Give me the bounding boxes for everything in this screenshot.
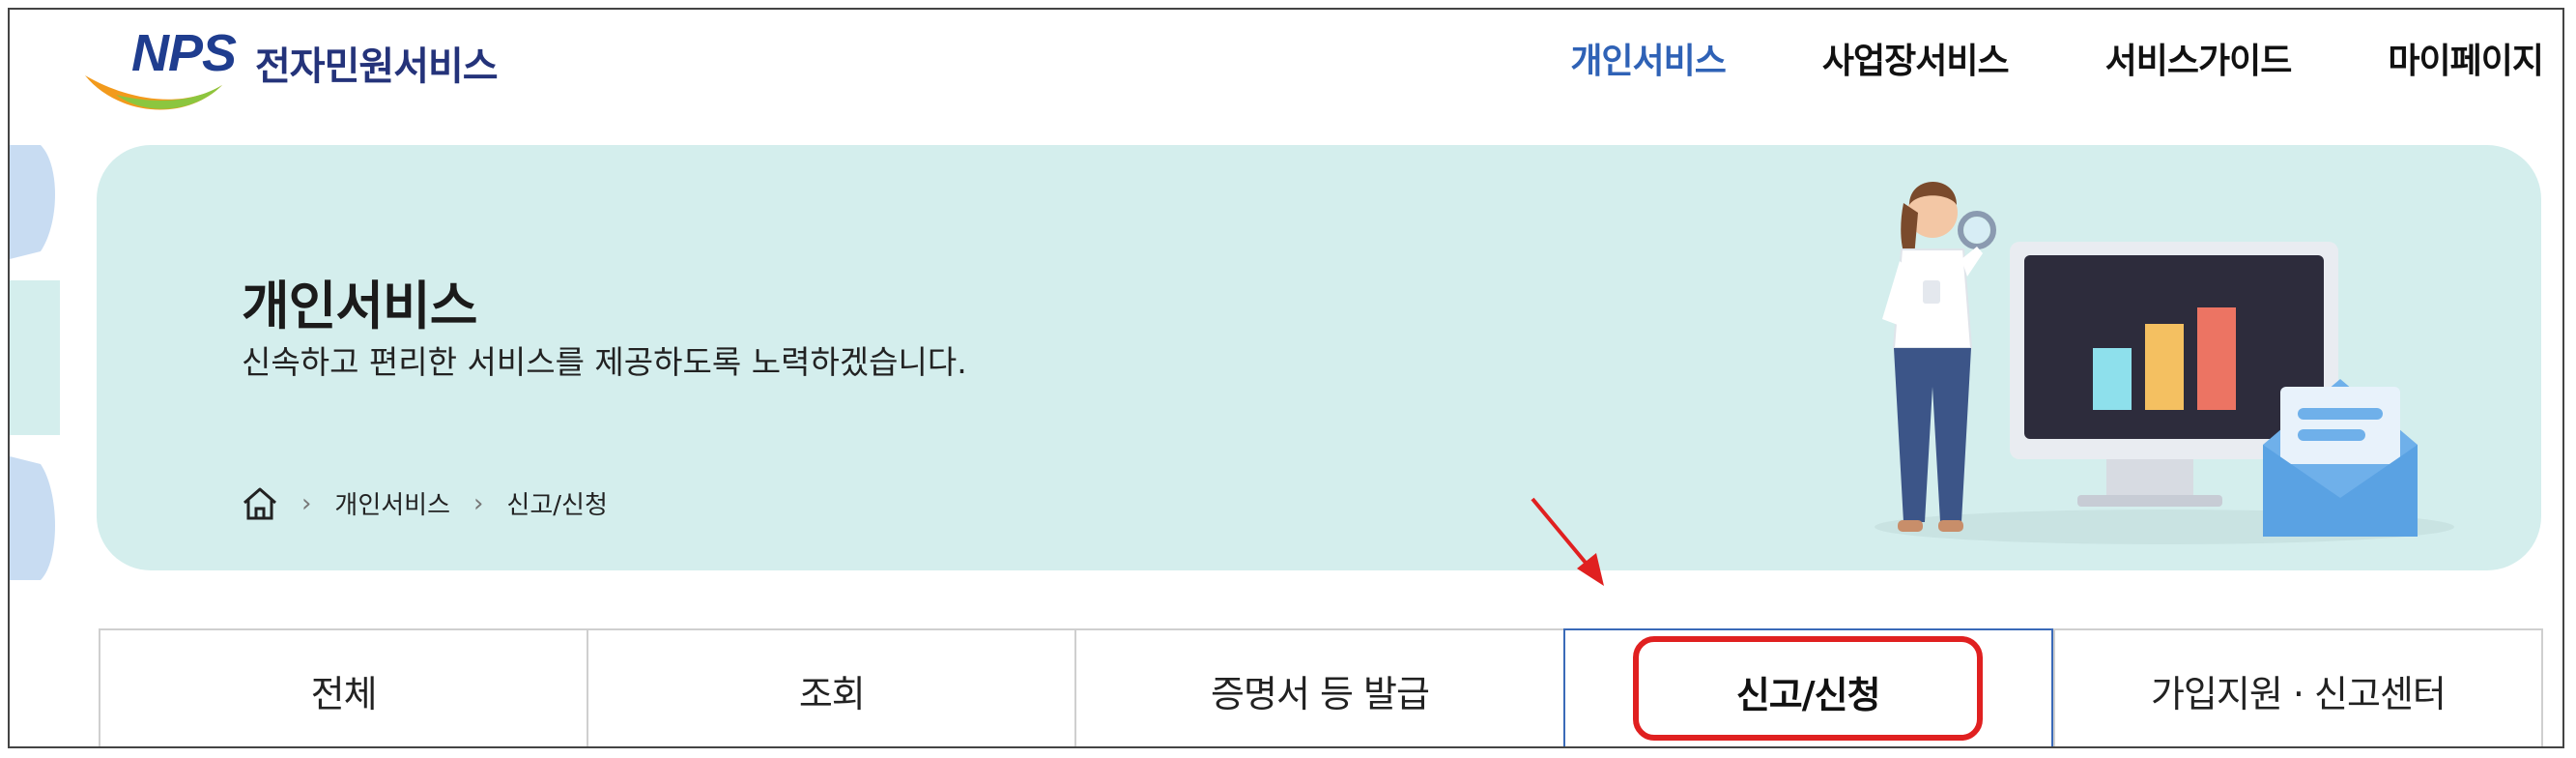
page-frame: NPS 전자민원서비스 개인서비스 사업장서비스 서비스가이드 마이페이지 개인…	[8, 8, 2564, 748]
tab-label: 가입지원 · 신고센터	[2150, 672, 2447, 715]
tab-label: 신고/신청	[1735, 673, 1881, 716]
tab-certificate-issuance[interactable]: 증명서 등 발급	[1074, 630, 1563, 746]
red-arrow-annotation	[1531, 497, 1604, 586]
tab-label: 증명서 등 발급	[1211, 672, 1430, 715]
nps-logo-mark: NPS	[77, 23, 261, 116]
site-logo[interactable]: NPS 전자민원서비스	[77, 23, 499, 116]
woman-with-monitor-illustration	[1875, 182, 2454, 544]
hero-banner: 개인서비스 신속하고 편리한 서비스를 제공하도록 노력하겠습니다. › 개인서…	[97, 145, 2541, 570]
chevron-right-icon: ›	[301, 488, 312, 518]
logo-nps-text: NPS	[131, 24, 237, 82]
home-icon[interactable]	[242, 486, 278, 521]
breadcrumb-item-personal-service[interactable]: 개인서비스	[334, 485, 450, 521]
tab-enrollment-support-center[interactable]: 가입지원 · 신고센터	[2052, 630, 2544, 746]
page-title: 개인서비스	[242, 276, 477, 336]
nav-service-guide[interactable]: 서비스가이드	[2105, 33, 2293, 83]
chevron-right-icon: ›	[473, 488, 484, 518]
category-tabs: 전체 조회 증명서 등 발급 신고/신청 가입지원 · 신고센터	[99, 628, 2544, 746]
nav-my-page[interactable]: 마이페이지	[2388, 33, 2544, 83]
logo-service-name: 전자민원서비스	[255, 44, 499, 89]
breadcrumb-item-current[interactable]: 신고/신청	[506, 485, 607, 521]
tab-label: 전체	[310, 672, 378, 715]
tab-all[interactable]: 전체	[99, 630, 587, 746]
top-navigation: 개인서비스 사업장서비스 서비스가이드 마이페이지	[1474, 33, 2544, 83]
tab-report-application[interactable]: 신고/신청	[1562, 628, 2053, 746]
nav-personal-service[interactable]: 개인서비스	[1570, 33, 1727, 83]
breadcrumb: › 개인서비스 › 신고/신청	[242, 485, 608, 521]
tab-inquiry[interactable]: 조회	[587, 630, 1075, 746]
page-subtitle: 신속하고 편리한 서비스를 제공하도록 노력하겠습니다.	[242, 343, 967, 381]
tab-label: 조회	[798, 672, 866, 715]
nav-business-service[interactable]: 사업장서비스	[1822, 33, 2010, 83]
decorative-cloud-shape	[10, 145, 60, 580]
